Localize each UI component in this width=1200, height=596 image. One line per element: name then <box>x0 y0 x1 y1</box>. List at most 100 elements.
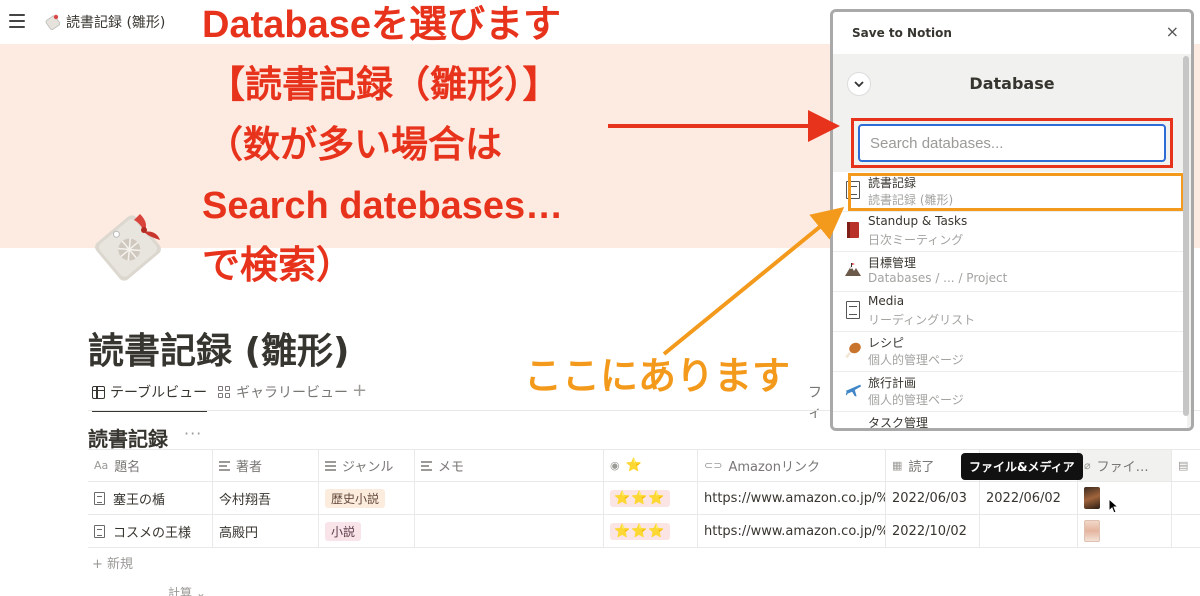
cell-files[interactable] <box>1078 515 1172 547</box>
tag-icon <box>45 14 61 30</box>
book-cover-thumbnail[interactable] <box>1084 520 1100 542</box>
column-label: ジャンル <box>342 460 394 475</box>
book-cover-thumbnail[interactable] <box>1084 487 1100 509</box>
red-book-icon <box>844 220 862 240</box>
text-icon <box>219 461 230 471</box>
section-title: Database <box>969 74 1055 93</box>
menu-icon[interactable] <box>9 14 25 28</box>
cell-title[interactable]: 塞王の楯 <box>88 482 213 514</box>
tag-icon <box>95 214 161 281</box>
filter-button[interactable]: フィ <box>808 382 828 422</box>
scrollbar[interactable] <box>1183 56 1189 416</box>
cell-date2[interactable] <box>980 515 1078 547</box>
genre-tag: 小説 <box>325 521 362 541</box>
link-icon: ⊂⊃ <box>704 459 723 472</box>
rating-tag: ⭐⭐⭐ <box>610 522 670 540</box>
add-view-button[interactable]: + <box>352 380 367 401</box>
column-header-author[interactable]: 著者 <box>213 450 319 481</box>
cell-memo[interactable] <box>415 515 604 547</box>
select-icon: ◉ <box>610 459 620 472</box>
search-databases-input[interactable] <box>858 124 1166 162</box>
annotation-line-3: （数が多い場合は <box>206 124 502 165</box>
column-header-files[interactable]: ⌀ ファイ… <box>1078 450 1172 481</box>
cell-amazon-link[interactable]: https://www.amazon.co.jp/%E <box>698 515 886 547</box>
list-icon <box>325 461 336 471</box>
page-icon <box>94 491 105 505</box>
column-header-amazon[interactable]: ⊂⊃ Amazonリンク <box>698 450 886 481</box>
document-icon <box>844 300 862 320</box>
cell-author[interactable]: 今村翔吾 <box>213 482 319 514</box>
item-path: 個人的管理ページ <box>868 393 964 407</box>
text-icon <box>421 461 432 471</box>
tab-label: ギャラリービュー <box>236 385 348 401</box>
cell-title[interactable]: コスメの王様 <box>88 515 213 547</box>
item-path: Databases / ... / Project <box>868 271 1008 285</box>
column-header-title[interactable]: Aa 題名 <box>88 450 213 481</box>
list-item[interactable]: 旅行計画 個人的管理ページ <box>833 372 1187 412</box>
cell-date2[interactable]: 2022/06/02 <box>980 482 1078 514</box>
tab-label: テーブルビュー <box>110 385 208 401</box>
text-type-icon: Aa <box>94 459 109 472</box>
cell-rating[interactable]: ⭐⭐⭐ <box>604 515 698 547</box>
item-path: 日次ミーティング <box>868 233 964 247</box>
list-item[interactable]: 目標管理 Databases / ... / Project <box>833 252 1187 292</box>
annotation-line-2: 【読書記録（雛形）】 <box>208 64 560 105</box>
column-label: ⭐ <box>625 458 642 473</box>
list-item[interactable]: Media リーディングリスト <box>833 292 1187 332</box>
cell-author[interactable]: 高殿円 <box>213 515 319 547</box>
item-path: リーディングリスト <box>868 313 976 327</box>
column-header-rating[interactable]: ◉ ⭐ <box>604 450 698 481</box>
genre-tag: 歴史小説 <box>325 488 386 508</box>
column-label: メモ <box>438 460 465 475</box>
cell-genre[interactable]: 小説 <box>319 515 415 547</box>
rating-tag: ⭐⭐⭐ <box>610 489 670 507</box>
tab-table-view[interactable]: テーブルビュー <box>92 382 208 412</box>
chicken-leg-icon <box>844 340 862 360</box>
more-options-icon[interactable]: ··· <box>184 424 202 443</box>
highlight-box-orange <box>848 173 1184 211</box>
calendar-icon: ▦ <box>892 459 903 472</box>
save-to-notion-popup: Save to Notion × Database 読書記録 読書記録 (雛形)… <box>830 9 1194 431</box>
column-label: 題名 <box>114 460 141 475</box>
cell-files[interactable] <box>1078 482 1172 514</box>
popup-header: Save to Notion × <box>833 12 1191 54</box>
cell-text: 塞王の楯 <box>113 492 166 508</box>
popup-title: Save to Notion <box>852 26 952 40</box>
new-row-button[interactable]: + 新規 <box>92 553 133 572</box>
table-icon <box>92 385 105 399</box>
breadcrumb[interactable]: 読書記録 (雛形) <box>66 12 165 32</box>
close-icon[interactable]: × <box>1166 22 1179 41</box>
item-path: 個人的管理ページ <box>868 353 964 367</box>
item-name: 旅行計画 <box>868 376 917 390</box>
pin-icon <box>844 420 862 428</box>
item-name: タスク管理 <box>868 416 929 430</box>
annotation-line-4: Search datebases… <box>202 185 564 227</box>
page-title: 読書記録 (雛形) <box>88 331 350 372</box>
annotation-line-1: Databaseを選びます <box>202 4 561 46</box>
calculate-button[interactable]: 計算 ⌄ <box>168 584 206 596</box>
cell-amazon-link[interactable]: https://www.amazon.co.jp/%E <box>698 482 886 514</box>
list-item[interactable]: レシピ 個人的管理ページ <box>833 332 1187 372</box>
gallery-icon <box>218 385 231 399</box>
list-item[interactable]: タスク管理 <box>833 412 1187 430</box>
attachment-icon: ⌀ <box>1084 459 1091 472</box>
annotation-line-5: で検索） <box>202 245 355 287</box>
table-row[interactable]: コスメの王様 高殿円 小説 ⭐⭐⭐ https://www.amazon.co.… <box>88 515 1200 548</box>
column-header-memo[interactable]: メモ <box>415 450 604 481</box>
tab-gallery-view[interactable]: ギャラリービュー <box>218 382 348 402</box>
annotation-here: ここにあります <box>524 356 791 398</box>
database-title[interactable]: 読書記録 <box>88 423 168 452</box>
item-name: 目標管理 <box>868 256 917 270</box>
cell-done[interactable]: 2022/06/03 <box>886 482 980 514</box>
cell-genre[interactable]: 歴史小説 <box>319 482 415 514</box>
mountain-icon <box>844 260 862 280</box>
cell-rating[interactable]: ⭐⭐⭐ <box>604 482 698 514</box>
cell-done[interactable]: 2022/10/02 <box>886 515 980 547</box>
column-header-more[interactable]: ▤ <box>1172 450 1200 481</box>
table-row[interactable]: 塞王の楯 今村翔吾 歴史小説 ⭐⭐⭐ https://www.amazon.co… <box>88 482 1200 515</box>
column-label: ファイ… <box>1096 460 1149 475</box>
item-name: Standup & Tasks <box>868 214 968 228</box>
column-header-genre[interactable]: ジャンル <box>319 450 415 481</box>
list-item[interactable]: Standup & Tasks 日次ミーティング <box>833 212 1187 252</box>
cell-memo[interactable] <box>415 482 604 514</box>
